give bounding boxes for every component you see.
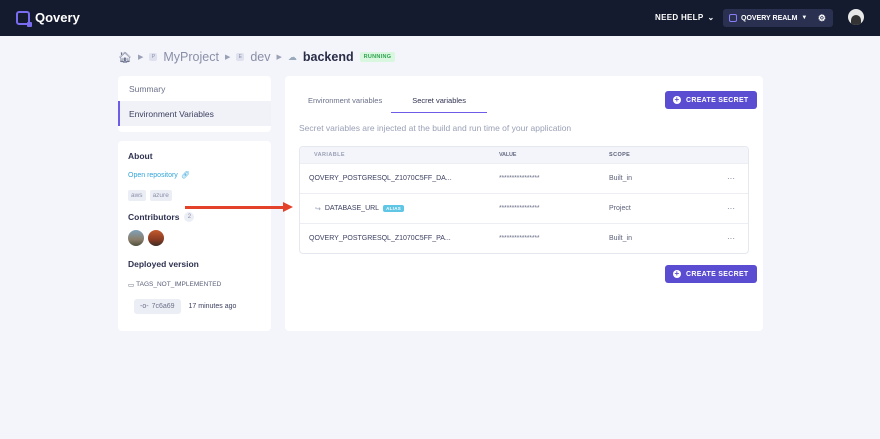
commit-icon: -o-	[140, 303, 149, 310]
top-bar: Qovery NEED HELP ⌄ QOVERY REALM ▼ ⚙	[0, 0, 880, 36]
table-row[interactable]: ↪ DATABASE_URL ALIAS **************** Pr…	[300, 193, 748, 223]
variable-name: QOVERY_POSTGRESQL_Z1070C5FF_DA...	[309, 175, 452, 182]
chevron-right-icon: ▶	[224, 54, 231, 61]
row-actions-button[interactable]: ···	[727, 204, 747, 213]
open-repository-label: Open repository	[128, 171, 178, 179]
contributor-avatars	[128, 230, 261, 246]
variable-name: QOVERY_POSTGRESQL_Z1070C5FF_PA...	[309, 235, 451, 242]
cloud-icon: ☁	[287, 51, 297, 62]
sidebar-item-environment-variables[interactable]: Environment Variables	[118, 101, 271, 126]
annotation-arrow-head-icon	[283, 202, 293, 212]
avatar[interactable]	[148, 230, 164, 246]
link-icon: 🔗︎	[180, 172, 190, 179]
contributors-heading: Contributors 2	[128, 212, 261, 222]
create-secret-label: CREATE SECRET	[686, 270, 749, 278]
table-row[interactable]: QOVERY_POSTGRESQL_Z1070C5FF_DA... ******…	[300, 163, 748, 193]
status-badge: RUNNING	[359, 52, 396, 62]
organization-name: QOVERY REALM	[741, 14, 798, 22]
project-icon: P	[149, 53, 158, 61]
variable-scope: Built_in	[609, 235, 632, 242]
qovery-logo[interactable]: Qovery	[16, 10, 80, 27]
environment-icon: E	[236, 53, 245, 61]
tag-aws: aws	[128, 190, 146, 201]
column-header-variable[interactable]: VARIABLE	[300, 152, 499, 158]
app-name: Qovery	[35, 10, 80, 25]
secrets-panel: Environment variables Secret variables +…	[285, 76, 763, 331]
avatar[interactable]	[128, 230, 144, 246]
create-secret-button-bottom[interactable]: + CREATE SECRET	[665, 265, 757, 283]
variable-value[interactable]: ****************	[499, 205, 609, 212]
need-help-menu[interactable]: NEED HELP ⌄	[655, 13, 715, 22]
plus-icon: +	[673, 95, 681, 104]
qovery-logo-icon	[16, 10, 32, 27]
breadcrumb-environment[interactable]: dev	[250, 50, 270, 64]
alias-arrow-icon: ↪	[315, 205, 321, 213]
column-header-value[interactable]: VALUE	[499, 152, 609, 158]
home-icon[interactable]: 🏠︎	[118, 51, 132, 64]
create-secret-button[interactable]: + CREATE SECRET	[665, 91, 757, 109]
need-help-label: NEED HELP	[655, 13, 704, 22]
alias-badge: ALIAS	[383, 205, 405, 212]
create-secret-label: CREATE SECRET	[686, 96, 749, 104]
secrets-description: Secret variables are injected at the bui…	[299, 123, 572, 133]
breadcrumb-application[interactable]: backend	[303, 50, 354, 64]
contributors-count: 2	[184, 212, 195, 222]
row-actions-button[interactable]: ···	[727, 234, 747, 243]
tab-environment-variables[interactable]: Environment variables	[299, 90, 391, 113]
variable-tabs: Environment variables Secret variables	[299, 90, 487, 113]
plus-icon: +	[673, 269, 681, 278]
row-actions-button[interactable]: ···	[727, 174, 747, 183]
organization-logo-icon	[729, 14, 737, 22]
tab-secret-variables[interactable]: Secret variables	[391, 90, 487, 113]
commit-hash: 7c6a69	[151, 303, 175, 310]
organization-selector[interactable]: QOVERY REALM ▼ ⚙	[723, 9, 833, 27]
chevron-right-icon: ▶	[276, 54, 282, 61]
variable-scope: Project	[609, 205, 631, 212]
variable-name: DATABASE_URL	[324, 205, 380, 212]
deployed-version-label: Deployed version	[128, 259, 199, 269]
deployed-tag-text: TAGS_NOT_IMPLEMENTED	[136, 281, 222, 288]
sidebar-item-summary[interactable]: Summary	[118, 76, 271, 101]
annotation-arrow-line	[185, 206, 283, 209]
secrets-table: VARIABLE VALUE SCOPE QOVERY_POSTGRESQL_Z…	[299, 146, 749, 254]
variable-value[interactable]: ****************	[499, 175, 609, 182]
caret-down-icon: ▼	[801, 15, 808, 21]
gear-icon[interactable]: ⚙	[818, 13, 826, 24]
column-header-scope[interactable]: SCOPE	[609, 152, 727, 158]
breadcrumb-project[interactable]: MyProject	[163, 50, 219, 64]
about-panel: About Open repository 🔗︎ aws azure Contr…	[118, 141, 271, 331]
breadcrumb: 🏠︎ ▶ P MyProject ▶ E dev ▶ ☁ backend RUN…	[118, 50, 396, 64]
tag-icon: ▭	[128, 282, 135, 289]
tag-azure: azure	[149, 190, 172, 201]
sidebar-nav: Summary Environment Variables	[118, 76, 271, 132]
table-row[interactable]: QOVERY_POSTGRESQL_Z1070C5FF_PA... ******…	[300, 223, 748, 253]
open-repository-link[interactable]: Open repository 🔗︎	[128, 171, 261, 180]
chevron-right-icon: ▶	[137, 54, 144, 61]
variable-value[interactable]: ****************	[499, 235, 609, 242]
contributors-label: Contributors	[128, 212, 180, 222]
variable-cell: ↪ DATABASE_URL ALIAS	[300, 205, 499, 213]
table-header: VARIABLE VALUE SCOPE	[300, 147, 748, 163]
chevron-down-icon: ⌄	[707, 13, 715, 22]
about-title: About	[128, 151, 153, 161]
deployed-tag: ▭ TAGS_NOT_IMPLEMENTED	[128, 281, 261, 289]
commit-chip[interactable]: -o- 7c6a69	[134, 299, 181, 314]
tag-list: aws azure	[128, 190, 261, 201]
commit-row: -o- 7c6a69 17 minutes ago	[134, 299, 261, 314]
variable-scope: Built_in	[609, 175, 632, 182]
user-avatar[interactable]	[848, 9, 864, 25]
commit-time: 17 minutes ago	[188, 303, 237, 310]
